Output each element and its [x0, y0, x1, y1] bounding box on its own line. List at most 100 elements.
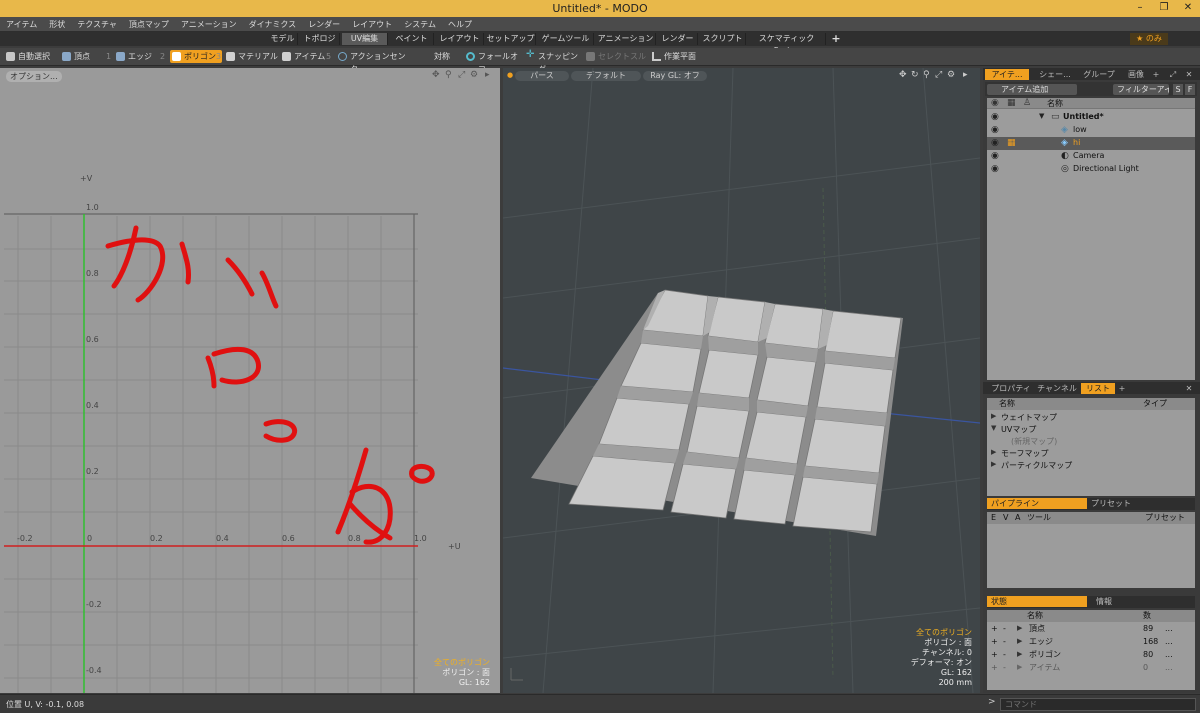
tab-images[interactable]: 画像 — [1123, 69, 1149, 80]
eye-icon[interactable]: ◉ — [991, 138, 999, 148]
collapse-arrow-icon[interactable]: ▼ — [991, 424, 996, 432]
menu-item-vertex-map[interactable]: 頂点マップ — [123, 17, 175, 32]
menu-item-help[interactable]: ヘルプ — [442, 17, 478, 32]
menu-item-item[interactable]: アイテム — [0, 17, 43, 32]
tab-paint[interactable]: ペイント — [390, 33, 434, 45]
stats-row-vertices[interactable]: + - ▶ 頂点 89 ... — [987, 623, 1195, 636]
select-through-button[interactable]: セレクトスルー — [586, 50, 648, 74]
tab-setup[interactable]: セットアップ — [486, 33, 536, 45]
add-icon[interactable]: + — [991, 636, 998, 648]
tab-channels[interactable]: チャンネル — [1037, 383, 1077, 394]
tab-game-tools[interactable]: ゲームツール — [538, 33, 594, 45]
menu-item-geometry[interactable]: 形状 — [43, 17, 71, 32]
items-close-icon[interactable]: ✕ — [1183, 69, 1195, 80]
tab-layout[interactable]: レイアウト — [436, 33, 484, 45]
expand-arrow-icon[interactable]: ▶ — [1017, 624, 1022, 632]
3d-viewport[interactable]: ● パース デフォルト Ray GL: オフ ✥ ↻ ⚲ ⤢ ⚙ ▸ 全てのポリ… — [503, 68, 980, 693]
expand-arrow-icon[interactable]: ▶ — [991, 412, 996, 420]
item-row-hi[interactable]: ◉ ▦ ◈ hi — [987, 137, 1195, 150]
eye-icon[interactable]: ◉ — [991, 151, 999, 161]
item-row-low[interactable]: ◉ ◈ low — [987, 124, 1195, 137]
tab-status[interactable]: 状態 — [987, 596, 1087, 607]
stats-row-edges[interactable]: + - ▶ エッジ 168 ... — [987, 636, 1195, 649]
list-row-uv-maps[interactable]: ▼ UVマップ — [987, 424, 1195, 436]
snapping-button[interactable]: ✛スナッピング — [526, 50, 582, 75]
tab-animation[interactable]: アニメーション — [596, 33, 656, 45]
expand-arrow-icon[interactable]: ▶ — [991, 460, 996, 468]
tab-script[interactable]: スクリプト — [700, 33, 746, 45]
menu-item-system[interactable]: システム — [398, 17, 442, 32]
list-row-new-map[interactable]: (新規マップ) — [987, 436, 1195, 448]
eye-icon[interactable]: ◉ — [991, 112, 999, 122]
add-icon[interactable]: + — [991, 662, 998, 674]
stats-row-more[interactable]: ... — [1165, 662, 1173, 674]
lock-icon[interactable]: ▦ — [1007, 138, 1016, 148]
tab-schematic-fusion[interactable]: スケマティックFusion — [748, 33, 826, 55]
stats-row-more[interactable]: ... — [1165, 649, 1173, 661]
item-row-directional-light[interactable]: ◉ ◎ Directional Light — [987, 163, 1195, 176]
expand-arrow-icon[interactable]: ▶ — [1017, 650, 1022, 658]
list-row-particle-maps[interactable]: ▶ パーティクルマップ — [987, 460, 1195, 472]
remove-icon[interactable]: - — [1003, 636, 1006, 648]
auto-select-button[interactable]: 自動選択 — [6, 50, 56, 63]
symmetry-button[interactable]: 対称 — [424, 50, 458, 63]
tab-groups[interactable]: グループ — [1079, 69, 1119, 80]
tab-list[interactable]: リスト — [1081, 383, 1115, 394]
tab-uv-edit[interactable]: UV編集 — [342, 33, 388, 45]
tab-presets[interactable]: プリセット — [1091, 498, 1131, 509]
items-maximize-icon[interactable]: ⤢ — [1167, 69, 1179, 80]
items-add-tab-icon[interactable]: + — [1151, 69, 1161, 80]
list-row-weight-maps[interactable]: ▶ ウェイトマップ — [987, 412, 1195, 424]
item-row-untitled[interactable]: ◉ ▼ ▭ Untitled* — [987, 111, 1195, 124]
item-mode-button[interactable]: アイテム 5 — [282, 50, 332, 63]
item-row-camera[interactable]: ◉ ◐ Camera — [987, 150, 1195, 163]
tab-info[interactable]: 情報 — [1091, 596, 1117, 607]
stats-row-items[interactable]: + - ▶ アイテム 0 ... — [987, 662, 1195, 675]
expand-arrow-icon[interactable]: ▶ — [991, 448, 996, 456]
close-button[interactable]: ✕ — [1176, 0, 1200, 17]
tab-items[interactable]: アイテ... — [985, 69, 1029, 80]
list-add-tab-icon[interactable]: + — [1117, 383, 1127, 394]
material-mode-button[interactable]: マテリアル — [226, 50, 278, 63]
edge-mode-button[interactable]: エッジ 2 — [116, 50, 165, 63]
tab-properties[interactable]: プロパティ — [987, 383, 1035, 394]
menu-item-render[interactable]: レンダー — [302, 17, 346, 32]
command-input[interactable] — [1000, 698, 1196, 711]
menu-item-dynamics[interactable]: ダイナミクス — [243, 17, 303, 32]
stats-row-more[interactable]: ... — [1165, 636, 1173, 648]
work-plane-button[interactable]: 作業平面 — [652, 50, 704, 63]
filter-items-button[interactable]: フィルターアイ... — [1113, 84, 1169, 95]
stats-row-more[interactable]: ... — [1165, 623, 1173, 635]
tab-shader[interactable]: シェー... — [1033, 69, 1077, 80]
menu-item-animation[interactable]: アニメーション — [175, 17, 243, 32]
expand-arrow-icon[interactable]: ▶ — [1017, 637, 1022, 645]
tab-render[interactable]: レンダー — [658, 33, 698, 45]
remove-icon[interactable]: - — [1003, 649, 1006, 661]
action-center-button[interactable]: アクションセンター — [338, 50, 410, 74]
list-row-morph-maps[interactable]: ▶ モーフマップ — [987, 448, 1195, 460]
stats-row-polygons[interactable]: + - ▶ ポリゴン 80 ... — [987, 649, 1195, 662]
restore-button[interactable]: ❐ — [1152, 0, 1176, 17]
add-item-dropdown[interactable]: アイテム追加 — [987, 84, 1077, 95]
only-filter-badge[interactable]: ★ のみ — [1130, 33, 1168, 45]
menu-item-texture[interactable]: テクスチャ — [71, 17, 123, 32]
expand-arrow-icon[interactable]: ▼ — [1039, 112, 1044, 120]
remove-icon[interactable]: - — [1003, 623, 1006, 635]
polygon-mode-button[interactable]: ポリゴン — [170, 50, 222, 63]
tab-pipeline[interactable]: パイプライン — [987, 498, 1087, 509]
tab-topology[interactable]: トポロジ — [300, 33, 340, 45]
uv-editor-viewport[interactable]: オプション... ✥ ⚲ ⤢ ⚙ ▸ +V +U 1.0 0.8 0.6 0.4… — [0, 68, 500, 693]
tab-model[interactable]: モデル — [268, 33, 298, 45]
vertex-mode-button[interactable]: 頂点 1 — [62, 50, 111, 63]
eye-icon[interactable]: ◉ — [991, 164, 999, 174]
remove-icon[interactable]: - — [1003, 662, 1006, 674]
f-toggle-button[interactable]: F — [1185, 84, 1195, 95]
expand-arrow-icon[interactable]: ▶ — [1017, 663, 1022, 671]
s-toggle-button[interactable]: S — [1173, 84, 1183, 95]
falloff-button[interactable]: フォールオフ — [466, 50, 522, 74]
add-tab-button[interactable]: + — [828, 33, 844, 45]
add-icon[interactable]: + — [991, 649, 998, 661]
add-icon[interactable]: + — [991, 623, 998, 635]
menu-item-layout[interactable]: レイアウト — [346, 17, 398, 32]
list-close-icon[interactable]: ✕ — [1183, 383, 1195, 394]
